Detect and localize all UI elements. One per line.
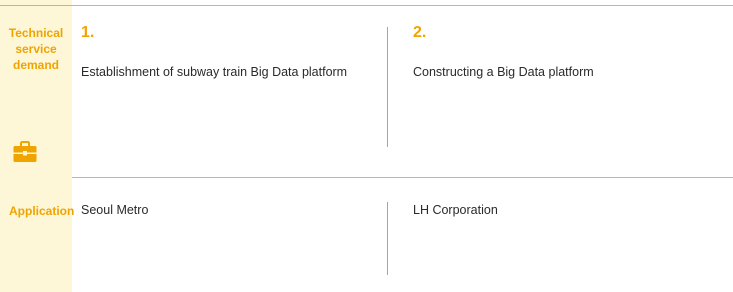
label-line-2: service	[15, 42, 57, 56]
technical-service-demand-label: Technical service demand	[0, 25, 72, 73]
briefcase-icon	[13, 141, 37, 162]
item-1-application: Seoul Metro	[81, 203, 149, 217]
application-label: Application	[9, 204, 75, 218]
label-line-3: demand	[12, 58, 59, 72]
middle-rule	[72, 177, 733, 178]
item-2-application: LH Corporation	[413, 203, 498, 217]
label-line-1: Technical	[8, 26, 64, 40]
top-rule	[0, 5, 733, 6]
item-1-number: 1.	[81, 24, 95, 41]
column-divider-top	[387, 27, 388, 147]
column-divider-bottom	[387, 202, 388, 275]
item-1-description: Establishment of subway train Big Data p…	[81, 65, 348, 79]
item-2-description: Constructing a Big Data platform	[413, 65, 594, 79]
item-2-number: 2.	[413, 24, 427, 41]
